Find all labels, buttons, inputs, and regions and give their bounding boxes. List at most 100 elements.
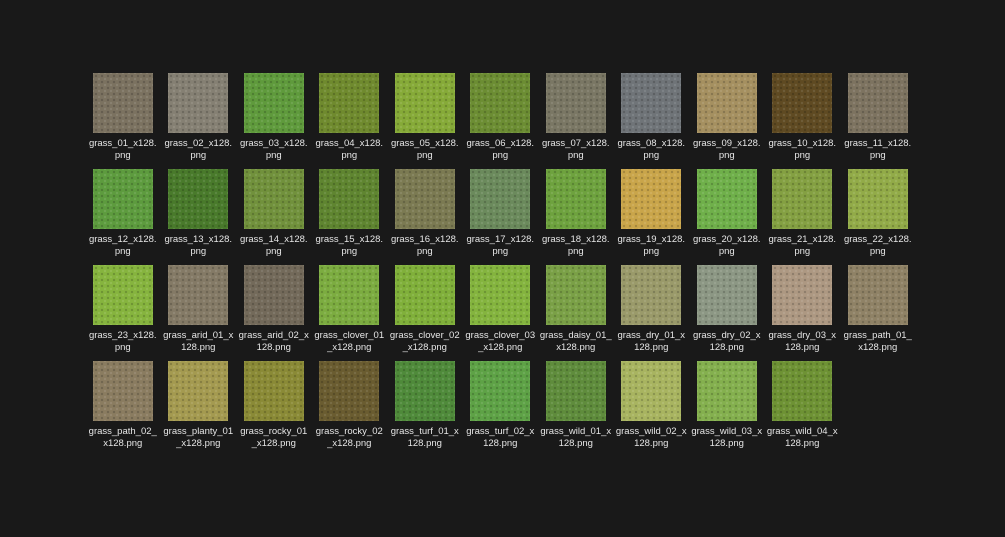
- file-item[interactable]: grass_arid_01_x128.png: [161, 265, 237, 361]
- file-item[interactable]: grass_21_x128.png: [765, 169, 841, 265]
- file-name: grass_22_x128.png: [843, 234, 912, 257]
- texture-thumbnail: [621, 361, 682, 421]
- file-name: grass_planty_01_x128.png: [163, 426, 234, 449]
- file-item[interactable]: grass_11_x128.png: [840, 73, 916, 169]
- file-name: grass_11_x128.png: [844, 138, 912, 161]
- file-name: grass_16_x128.png: [390, 234, 459, 257]
- file-name: grass_arid_01_x128.png: [163, 330, 234, 353]
- file-name: grass_rocky_02_x128.png: [315, 426, 383, 449]
- texture-thumbnail: [847, 169, 908, 229]
- file-item[interactable]: grass_10_x128.png: [765, 73, 841, 169]
- file-item[interactable]: grass_clover_03_x128.png: [463, 265, 539, 361]
- file-name: grass_23_x128.png: [88, 330, 157, 353]
- file-item[interactable]: grass_22_x128.png: [840, 169, 916, 265]
- file-item[interactable]: grass_wild_03_x128.png: [689, 361, 765, 457]
- file-name: grass_clover_01_x128.png: [314, 330, 385, 353]
- texture-thumbnail: [545, 73, 606, 133]
- file-item[interactable]: grass_19_x128.png: [614, 169, 690, 265]
- texture-thumbnail: [696, 169, 757, 229]
- texture-thumbnail: [319, 169, 380, 229]
- file-item[interactable]: grass_18_x128.png: [538, 169, 614, 265]
- texture-thumbnail: [470, 265, 531, 325]
- file-item[interactable]: grass_turf_01_x128.png: [387, 361, 463, 457]
- file-item[interactable]: grass_09_x128.png: [689, 73, 765, 169]
- file-name: grass_wild_04_x128.png: [766, 426, 838, 449]
- file-item[interactable]: grass_daisy_01_x128.png: [538, 265, 614, 361]
- file-item[interactable]: grass_23_x128.png: [85, 265, 161, 361]
- file-item[interactable]: grass_02_x128.png: [161, 73, 237, 169]
- texture-thumbnail: [243, 73, 304, 133]
- texture-thumbnail: [168, 73, 229, 133]
- file-item[interactable]: grass_13_x128.png: [161, 169, 237, 265]
- texture-thumbnail: [772, 265, 833, 325]
- file-item[interactable]: grass_dry_03_x128.png: [765, 265, 841, 361]
- file-name: grass_wild_02_x128.png: [615, 426, 687, 449]
- file-item[interactable]: grass_15_x128.png: [312, 169, 388, 265]
- file-item[interactable]: grass_clover_02_x128.png: [387, 265, 463, 361]
- file-name: grass_wild_01_x128.png: [540, 426, 612, 449]
- texture-thumbnail: [394, 265, 455, 325]
- file-item[interactable]: grass_wild_02_x128.png: [614, 361, 690, 457]
- file-item[interactable]: grass_dry_02_x128.png: [689, 265, 765, 361]
- texture-thumbnail: [319, 73, 380, 133]
- file-name: grass_clover_02_x128.png: [389, 330, 460, 353]
- file-item[interactable]: grass_planty_01_x128.png: [161, 361, 237, 457]
- file-name: grass_turf_01_x128.png: [390, 426, 459, 449]
- file-item[interactable]: grass_clover_01_x128.png: [312, 265, 388, 361]
- texture-thumbnail: [168, 265, 229, 325]
- file-item[interactable]: grass_05_x128.png: [387, 73, 463, 169]
- texture-thumbnail: [394, 73, 455, 133]
- file-item[interactable]: grass_path_02_x128.png: [85, 361, 161, 457]
- file-item[interactable]: grass_20_x128.png: [689, 169, 765, 265]
- file-item[interactable]: grass_01_x128.png: [85, 73, 161, 169]
- file-item[interactable]: grass_16_x128.png: [387, 169, 463, 265]
- file-item[interactable]: grass_17_x128.png: [463, 169, 539, 265]
- file-name: grass_14_x128.png: [239, 234, 308, 257]
- file-name: grass_path_01_x128.png: [843, 330, 912, 353]
- file-name: grass_01_x128.png: [88, 138, 157, 161]
- texture-thumbnail: [545, 265, 606, 325]
- texture-thumbnail: [696, 361, 757, 421]
- file-name: grass_18_x128.png: [541, 234, 610, 257]
- file-item[interactable]: grass_rocky_01_x128.png: [236, 361, 312, 457]
- texture-thumbnail: [847, 73, 908, 133]
- file-name: grass_dry_01_x128.png: [617, 330, 686, 353]
- texture-thumbnail: [319, 265, 380, 325]
- file-name: grass_03_x128.png: [239, 138, 308, 161]
- file-name: grass_dry_03_x128.png: [768, 330, 837, 353]
- file-item[interactable]: grass_06_x128.png: [463, 73, 539, 169]
- file-name: grass_20_x128.png: [692, 234, 761, 257]
- texture-thumbnail: [92, 169, 153, 229]
- texture-thumbnail: [243, 169, 304, 229]
- file-name: grass_turf_02_x128.png: [466, 426, 535, 449]
- file-item[interactable]: grass_07_x128.png: [538, 73, 614, 169]
- file-item[interactable]: grass_03_x128.png: [236, 73, 312, 169]
- file-name: grass_path_02_x128.png: [88, 426, 157, 449]
- file-item[interactable]: grass_wild_01_x128.png: [538, 361, 614, 457]
- file-item[interactable]: grass_08_x128.png: [614, 73, 690, 169]
- file-item[interactable]: grass_rocky_02_x128.png: [312, 361, 388, 457]
- file-name: grass_09_x128.png: [692, 138, 761, 161]
- file-item[interactable]: grass_dry_01_x128.png: [614, 265, 690, 361]
- texture-thumbnail: [168, 169, 229, 229]
- file-name: grass_daisy_01_x128.png: [539, 330, 612, 353]
- texture-thumbnail: [92, 361, 153, 421]
- file-name: grass_dry_02_x128.png: [692, 330, 761, 353]
- file-item[interactable]: grass_12_x128.png: [85, 169, 161, 265]
- texture-thumbnail: [621, 73, 682, 133]
- file-item[interactable]: grass_14_x128.png: [236, 169, 312, 265]
- texture-thumbnail: [772, 169, 833, 229]
- texture-thumbnail: [394, 169, 455, 229]
- file-name: grass_08_x128.png: [617, 138, 686, 161]
- file-item[interactable]: grass_wild_04_x128.png: [765, 361, 841, 457]
- file-name: grass_05_x128.png: [390, 138, 459, 161]
- file-name: grass_17_x128.png: [466, 234, 535, 257]
- texture-thumbnail: [470, 73, 531, 133]
- file-item[interactable]: grass_04_x128.png: [312, 73, 388, 169]
- file-item[interactable]: grass_path_01_x128.png: [840, 265, 916, 361]
- file-item[interactable]: grass_arid_02_x128.png: [236, 265, 312, 361]
- file-item[interactable]: grass_turf_02_x128.png: [463, 361, 539, 457]
- file-name: grass_rocky_01_x128.png: [240, 426, 308, 449]
- texture-thumbnail: [621, 169, 682, 229]
- file-grid: grass_01_x128.png grass_02_x128.png grass_…: [85, 73, 916, 457]
